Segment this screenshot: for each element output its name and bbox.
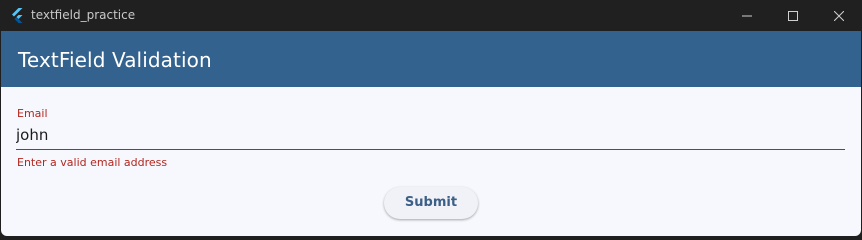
window-title: textfield_practice — [31, 8, 136, 22]
app-window: textfield_practice TextField Validation … — [0, 0, 862, 237]
maximize-icon — [788, 10, 798, 21]
email-label: Email — [17, 107, 48, 120]
email-field[interactable] — [16, 126, 836, 144]
maximize-button[interactable] — [770, 0, 816, 31]
title-bar: textfield_practice — [0, 0, 862, 31]
minimize-button[interactable] — [724, 0, 770, 31]
submit-button[interactable]: Submit — [384, 187, 478, 219]
email-error-text: Enter a valid email address — [17, 156, 168, 169]
close-icon — [834, 10, 844, 21]
flutter-logo-icon — [10, 8, 24, 23]
email-field-underline — [16, 149, 845, 150]
form-body: Email Enter a valid email address Submit — [1, 87, 861, 236]
minimize-icon — [742, 15, 752, 16]
close-button[interactable] — [816, 0, 862, 31]
page-title: TextField Validation — [18, 48, 212, 72]
app-bar: TextField Validation — [1, 31, 861, 87]
